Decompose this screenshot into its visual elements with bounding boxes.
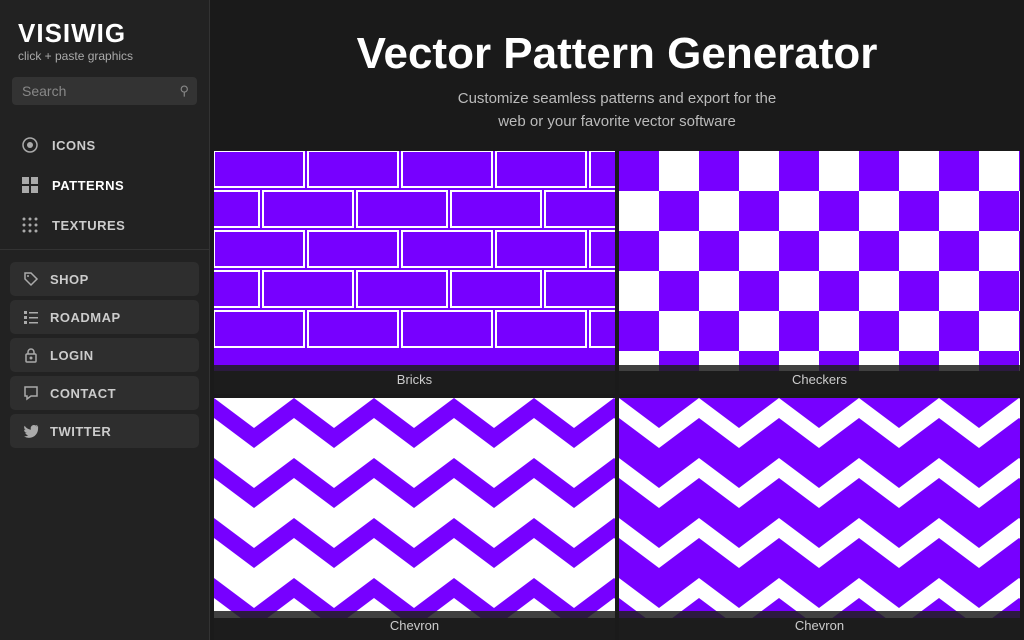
chat-icon [22,384,40,402]
subtitle-line1: Customize seamless patterns and export f… [458,90,777,107]
sidebar-item-icons[interactable]: ICONS [0,125,209,165]
search-container: ⚲ [12,77,197,105]
twitter-icon [22,422,40,440]
contact-label: CONTACT [50,386,116,401]
roadmap-button[interactable]: ROADMAP [10,300,199,334]
pattern-card-checkers[interactable]: Checkers [619,151,1020,393]
textures-nav-icon [20,215,40,235]
list-icon [22,308,40,326]
sidebar-item-patterns[interactable]: PATTERNS [0,165,209,205]
pattern-card-bricks[interactable]: Bricks [214,151,615,393]
patterns-grid: Bricks Checkers [210,151,1024,640]
shop-label: SHOP [50,272,89,287]
pattern-card-chevron2[interactable]: Chevron [619,398,1020,640]
logo-title: VISIWIG [18,18,191,49]
page-title: Vector Pattern Generator [230,30,1004,78]
sidebar-buttons: SHOP ROADMAP [0,258,209,452]
tag-icon [22,270,40,288]
contact-button[interactable]: CONTACT [10,376,199,410]
lock-icon [22,346,40,364]
main-header: Vector Pattern Generator Customize seaml… [210,0,1024,151]
sidebar-item-textures[interactable]: TEXTURES [0,205,209,245]
main-content: Vector Pattern Generator Customize seaml… [210,0,1024,640]
shop-button[interactable]: SHOP [10,262,199,296]
patterns-nav-label: PATTERNS [52,178,124,193]
bricks-label: Bricks [214,365,615,394]
icons-nav-label: ICONS [52,138,96,153]
page-subtitle: Customize seamless patterns and export f… [230,88,1004,133]
nav-section: ICONS PATTERNS [0,121,209,250]
chevron2-label: Chevron [619,611,1020,640]
textures-nav-label: TEXTURES [52,218,125,233]
checkers-label: Checkers [619,365,1020,394]
roadmap-label: ROADMAP [50,310,121,325]
twitter-label: TWITTER [50,424,111,439]
login-button[interactable]: LOGIN [10,338,199,372]
search-input[interactable] [12,77,197,105]
pattern-card-chevron1[interactable]: Chevron [214,398,615,640]
icons-nav-icon [20,135,40,155]
patterns-nav-icon [20,175,40,195]
chevron1-label: Chevron [214,611,615,640]
twitter-button[interactable]: TWITTER [10,414,199,448]
subtitle-line2: web or your favorite vector software [498,113,736,130]
logo-subtitle: click + paste graphics [18,49,191,63]
sidebar: VISIWIG click + paste graphics ⚲ ICONS [0,0,210,640]
logo-area: VISIWIG click + paste graphics [0,0,209,77]
login-label: LOGIN [50,348,94,363]
